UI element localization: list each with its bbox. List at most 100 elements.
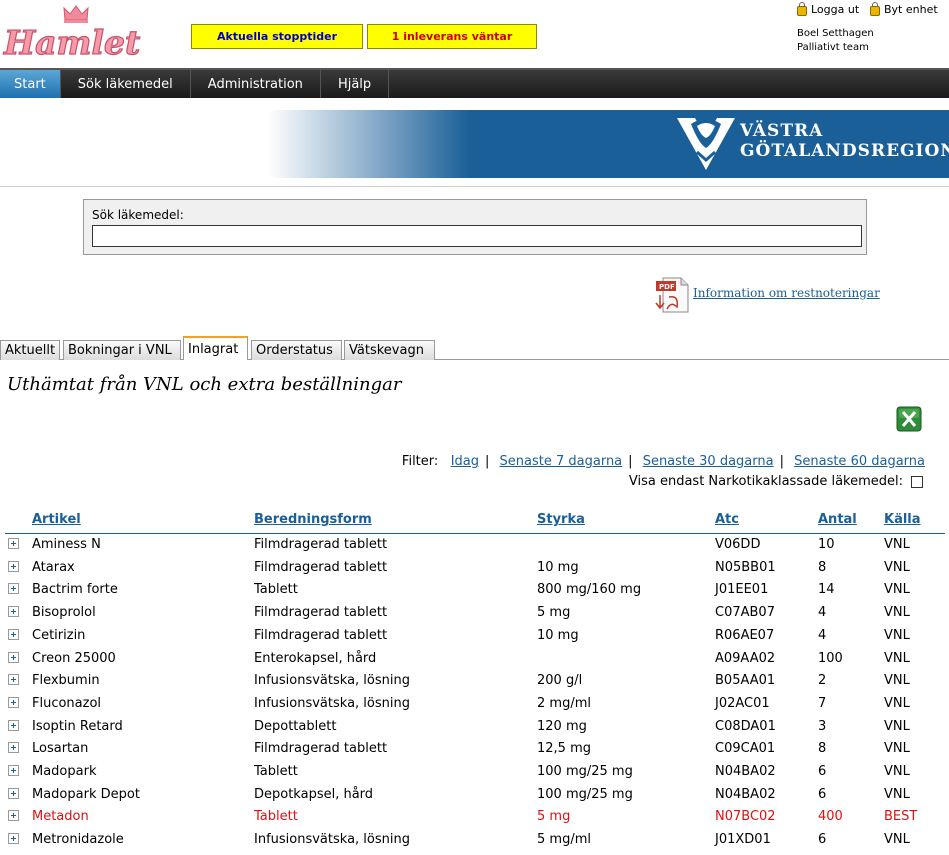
cell-antal: 10 — [818, 537, 835, 552]
expand-row-icon[interactable] — [8, 538, 19, 549]
cell-kalla: VNL — [884, 582, 910, 598]
cell-beredningsform: Infusionsvätska, lösning — [254, 695, 410, 711]
expand-row-icon[interactable] — [8, 765, 19, 776]
col-atc[interactable]: Atc — [715, 512, 739, 527]
excel-export-icon[interactable] — [896, 406, 922, 432]
expand-row-icon[interactable] — [8, 696, 19, 708]
narko-checkbox[interactable] — [911, 475, 923, 488]
switch-unit-link[interactable]: Byt enhet — [870, 2, 938, 16]
pdf-icon[interactable]: PDF — [655, 277, 689, 313]
expand-row-icon[interactable] — [8, 560, 19, 572]
cell-styrka: 12,5 mg — [537, 741, 591, 757]
table-row: Metronidazole Infusionsvätska, lösning 5 m… — [5, 829, 947, 851]
cell-atc: N04BA02 — [715, 786, 776, 802]
nav-start[interactable]: Start — [0, 70, 61, 98]
col-beredningsform[interactable]: Beredningsform — [254, 512, 372, 527]
cell-atc: J01XD01 — [715, 832, 771, 848]
filter-30-dagar[interactable]: Senaste 30 dagarna — [643, 454, 774, 469]
expand-row-icon[interactable] — [8, 787, 19, 799]
cell-antal: 2 — [818, 673, 827, 689]
table-row: Bactrim forte Tablett 800 mg/160 mg J01EE01… — [5, 579, 947, 601]
col-styrka[interactable]: Styrka — [537, 512, 585, 527]
table-row: Fluconazol Infusionsvätska, lösning 2 mg/m… — [5, 693, 947, 715]
expand-row-icon[interactable] — [8, 651, 19, 663]
cell-atc: N07BC02 — [715, 809, 776, 825]
cell-artikel: Flexbumin — [32, 673, 100, 689]
table-row: Flexbumin Infusionsvätska, lösning 200 g/l… — [5, 670, 947, 692]
lock-icon — [870, 2, 880, 16]
tab-aktuellt[interactable]: Aktuellt — [0, 340, 60, 360]
tab-bokningar[interactable]: Bokningar i VNL — [63, 340, 181, 360]
cell-kalla: VNL — [884, 650, 910, 666]
user-info: Boel Setthagen Palliativt team — [797, 27, 874, 55]
cell-atc: A09AA02 — [715, 650, 776, 666]
table-row: Creon 25000 Enterokapsel, hård A09AA02 100 V… — [5, 648, 947, 670]
cell-artikel: Losartan — [32, 741, 89, 757]
vgr-wordmark: VÄSTRA GÖTALANDSREGIONEN — [740, 121, 949, 161]
cell-artikel: Cetirizin — [32, 627, 86, 643]
col-artikel[interactable]: Artikel — [32, 512, 81, 527]
tab-inlagrat[interactable]: Inlagrat — [183, 336, 248, 360]
expand-row-icon[interactable] — [8, 833, 19, 845]
vgr-emblem-icon — [675, 114, 737, 172]
cell-styrka: 100 mg/25 mg — [537, 764, 633, 779]
cell-artikel: Madopark Depot — [32, 786, 140, 802]
nav-administration[interactable]: Administration — [191, 70, 321, 98]
cell-antal: 4 — [818, 605, 827, 621]
table-row: Cetirizin Filmdragerad tablett 10 mg R06AE0… — [5, 625, 947, 647]
cell-artikel: Bactrim forte — [32, 582, 118, 598]
search-input[interactable] — [92, 225, 862, 247]
cell-kalla: VNL — [884, 627, 910, 643]
filter-60-dagar[interactable]: Senaste 60 dagarna — [794, 454, 925, 469]
cell-kalla: VNL — [884, 764, 910, 779]
cell-beredningsform: Enterokapsel, hård — [254, 650, 377, 666]
col-antal[interactable]: Antal — [818, 512, 857, 527]
col-kalla[interactable]: Källa — [884, 512, 921, 527]
filter-7-dagar[interactable]: Senaste 7 dagarna — [500, 454, 623, 469]
tab-vatskevagn[interactable]: Vätskevagn — [344, 340, 435, 360]
cell-kalla: VNL — [884, 786, 910, 802]
expand-row-icon[interactable] — [8, 719, 19, 731]
logout-label: Logga ut — [811, 2, 860, 16]
expand-row-icon[interactable] — [8, 583, 19, 595]
cell-atc: B05AA01 — [715, 673, 776, 689]
expand-row-icon[interactable] — [8, 606, 19, 618]
cell-beredningsform: Depottablett — [254, 718, 337, 734]
cell-kalla: VNL — [884, 605, 910, 621]
divider — [0, 186, 949, 187]
cell-artikel: Atarax — [32, 559, 75, 575]
aktuella-stopptider-button[interactable]: Aktuella stopptider — [191, 24, 363, 49]
logout-link[interactable]: Logga ut — [797, 2, 859, 16]
table-row: Madopark Tablett 100 mg/25 mg N04BA02 6 VNL — [5, 761, 947, 783]
expand-row-icon[interactable] — [8, 742, 19, 754]
cell-antal: 3 — [818, 718, 827, 734]
expand-row-icon[interactable] — [8, 628, 19, 640]
cell-atc: N05BB01 — [715, 559, 776, 575]
tab-bar: Aktuellt Bokningar i VNL Inlagrat Orders… — [0, 336, 949, 360]
expand-row-icon[interactable] — [8, 810, 19, 822]
cell-beredningsform: Infusionsvätska, lösning — [254, 673, 410, 689]
filter-idag[interactable]: Idag — [451, 454, 479, 469]
cell-styrka: 10 mg — [537, 559, 579, 575]
cell-beredningsform: Filmdragerad tablett — [254, 741, 388, 757]
table-row: Metadon Tablett 5 mg N07BC02 400 BEST — [5, 806, 947, 828]
nav-hjalp[interactable]: Hjälp — [321, 70, 390, 98]
cell-styrka: 200 g/l — [537, 673, 583, 689]
cell-antal: 100 — [818, 650, 843, 666]
inleverans-button[interactable]: 1 inleverans väntar — [367, 24, 537, 49]
cell-antal: 400 — [818, 809, 843, 825]
cell-styrka: 2 mg/ml — [537, 695, 591, 711]
cell-styrka: 5 mg/ml — [537, 832, 591, 848]
restnoteringar-link[interactable]: Information om restnoteringar — [693, 286, 880, 300]
cell-antal: 8 — [818, 741, 827, 757]
cell-antal: 7 — [818, 695, 827, 711]
cell-atc: C07AB07 — [715, 605, 775, 621]
expand-row-icon[interactable] — [8, 674, 19, 686]
table-row: Bisoprolol Filmdragerad tablett 5 mg C07AB0… — [5, 602, 947, 624]
table-row: Madopark Depot Depotkapsel, hård 100 mg/25… — [5, 784, 947, 806]
cell-atc: V06DD — [715, 537, 761, 552]
tab-orderstatus[interactable]: Orderstatus — [251, 340, 342, 360]
table-row: Losartan Filmdragerad tablett 12,5 mg C09CA… — [5, 738, 947, 760]
nav-sok-lakemedel[interactable]: Sök läkemedel — [61, 70, 191, 98]
table-row: Aminess N Filmdragerad tablett V06DD 10 VNL — [5, 534, 947, 556]
